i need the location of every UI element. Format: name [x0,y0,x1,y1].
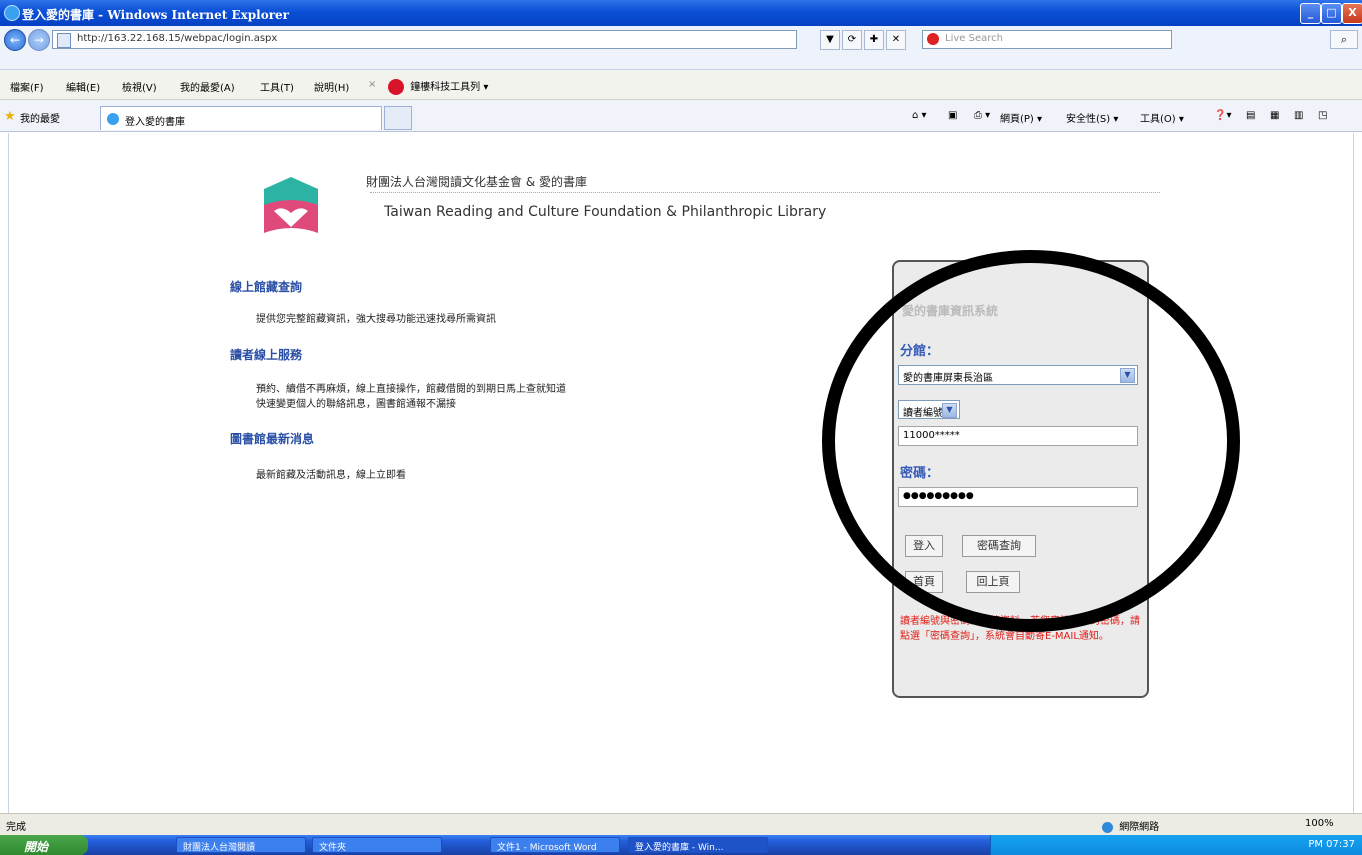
section-title-news[interactable]: 圖書館最新消息 [230,430,314,447]
taskbar-item[interactable]: 文件1 - Microsoft Word [490,837,620,853]
live-search-icon [927,33,939,45]
org-name-english: Taiwan Reading and Culture Foundation & … [384,204,827,220]
section-text-reader-service-2: 快速變更個人的聯絡訊息，圖書館通報不漏接 [256,399,456,410]
translate-icon[interactable]: ▦ [1270,110,1279,121]
taskbar-item-active[interactable]: 登入愛的書庫 - Win... [628,837,768,853]
search-input[interactable]: Live Search [922,30,1172,49]
address-tools: ▼ ⟳ ✚ ✕ [820,30,915,50]
minimize-button[interactable]: _ [1300,3,1321,24]
search-placeholder: Live Search [945,33,1003,44]
section-title-catalog[interactable]: 線上館藏查詢 [230,278,302,295]
annotation-circle [822,250,1240,632]
section-text-reader-service-1: 預約、續借不再麻煩，線上直接操作，館藏借閱的到期日馬上查就知道 [256,384,566,395]
favorites-label[interactable]: 我的最愛 [20,110,60,125]
window-title-bar: 登入愛的書庫 - Windows Internet Explorer _ □ X [0,0,1362,26]
window-title: 登入愛的書庫 - Windows Internet Explorer [22,8,289,22]
zoom-level[interactable]: 100% [1305,818,1334,829]
forward-button[interactable]: → [28,29,50,51]
ie-logo-icon [4,5,20,21]
tab-title: 登入愛的書庫 [125,117,185,128]
refresh-icon[interactable]: ⟳ [842,30,862,50]
section-text-news: 最新館藏及活動訊息，線上立即看 [256,470,406,481]
security-zone: 網際網路 [1102,818,1159,833]
menu-view[interactable]: 檢視(V) [122,79,157,94]
favorites-star-icon[interactable]: ★ [4,109,16,124]
new-tab-button[interactable] [384,106,412,130]
tools-menu[interactable]: 工具(O) ▾ [1140,110,1184,125]
print-icon[interactable]: ⎙ ▾ [974,110,990,121]
section-text-catalog: 提供您完整館藏資訊，強大搜尋功能迅速找尋所需資訊 [256,314,496,325]
taskbar-item[interactable]: 財團法人台灣閱讀 [176,837,306,853]
dropdown-icon[interactable]: ▼ [820,30,840,50]
page-menu[interactable]: 網頁(P) ▾ [1000,110,1042,125]
org-name-chinese: 財團法人台灣閱讀文化基金會 & 愛的書庫 [366,175,587,189]
clock[interactable]: PM 07:37 [1308,839,1355,850]
tab-ie-icon [107,113,119,125]
taskbar-item[interactable]: 文件夾 [312,837,442,853]
system-tray: PM 07:37 [990,835,1362,855]
stop-icon[interactable]: ✕ [886,30,906,50]
maximize-button[interactable]: □ [1321,3,1342,24]
research-icon[interactable]: ▤ [1246,110,1255,121]
menu-tools[interactable]: 工具(T) [260,79,294,94]
globe-icon [1102,821,1113,833]
tab-current[interactable]: 登入愛的書庫 [100,106,382,130]
address-url: http://163.22.168.15/webpac/login.aspx [77,33,278,44]
blog-icon[interactable]: ▥ [1294,110,1303,121]
section-title-reader-service[interactable]: 讀者線上服務 [230,346,302,363]
search-button[interactable]: ⌕ [1330,30,1358,49]
address-input[interactable]: http://163.22.168.15/webpac/login.aspx [52,30,797,49]
library-logo-icon [264,177,318,233]
menu-favorites[interactable]: 我的最愛(A) [180,79,235,94]
close-toolbar-icon[interactable]: × [368,79,376,90]
taskbar: 開始 財團法人台灣閱讀 文件夾 文件1 - Microsoft Word 登入愛… [0,835,1362,855]
header-divider [370,192,1160,193]
menu-file[interactable]: 檔案(F) [10,79,44,94]
status-text: 完成 [6,822,26,833]
menu-edit[interactable]: 編輯(E) [66,79,100,94]
menu-help[interactable]: 說明(H) [314,79,349,94]
home-icon[interactable]: ⌂ ▾ [912,110,927,121]
safety-menu[interactable]: 安全性(S) ▾ [1066,110,1118,125]
favorites-bar: ★ 我的最愛 登入愛的書庫 網頁(P) ▾ 安全性(S) ▾ 工具(O) ▾ ⌂… [0,100,1362,132]
toolbar-title[interactable]: 鐘樓科技工具列 ▾ [388,78,488,95]
back-button[interactable]: ← [4,29,26,51]
menu-bar: 檔案(F) 編輯(E) 檢視(V) 我的最愛(A) 工具(T) 說明(H) × … [0,70,1362,100]
page-icon [57,33,71,48]
close-button[interactable]: X [1342,3,1362,24]
help-icon[interactable]: ❓▾ [1214,110,1231,121]
onenote-icon[interactable]: ◳ [1318,110,1327,121]
feeds-icon[interactable]: ▣ [948,110,957,121]
add-favorite-icon[interactable]: ✚ [864,30,884,50]
start-button[interactable]: 開始 [0,835,88,855]
toolbar-logo-icon [388,79,404,95]
status-bar: 完成 網際網路 100% [0,813,1362,835]
